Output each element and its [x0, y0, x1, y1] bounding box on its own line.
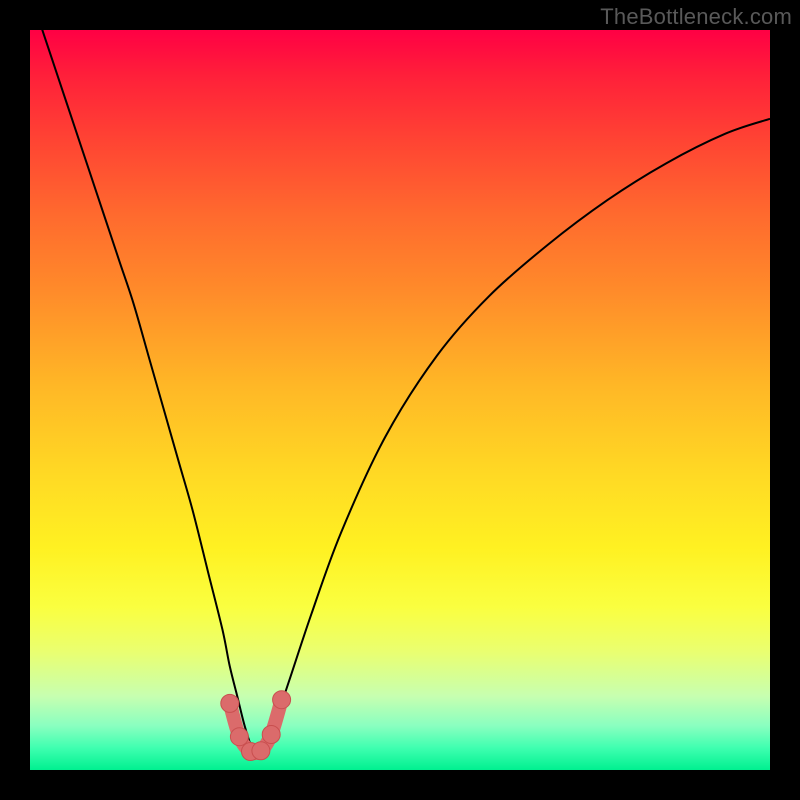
curve-marker: [262, 726, 280, 744]
watermark-text: TheBottleneck.com: [600, 4, 792, 30]
plot-area: [30, 30, 770, 770]
curve-marker: [273, 691, 291, 709]
curve-marker: [221, 694, 239, 712]
curve-marker: [230, 728, 248, 746]
bottleneck-curve: [30, 0, 770, 755]
chart-frame: TheBottleneck.com: [0, 0, 800, 800]
chart-svg: [30, 30, 770, 770]
curve-marker: [252, 742, 270, 760]
curve-markers: [221, 691, 291, 761]
